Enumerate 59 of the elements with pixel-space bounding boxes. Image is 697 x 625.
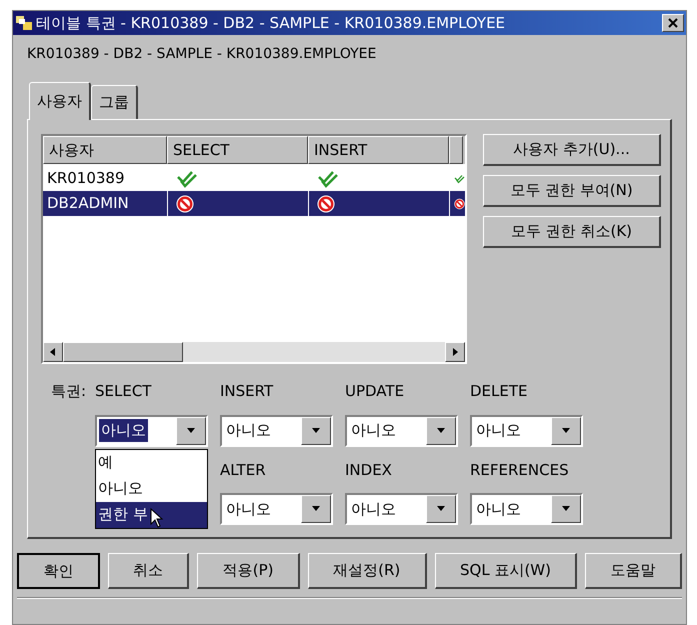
privilege-label: INSERT xyxy=(220,381,274,402)
side-button[interactable]: 사용자 추가(U)... xyxy=(483,134,661,166)
user-name: KR010389 xyxy=(47,168,125,190)
no-entry-icon xyxy=(317,194,335,212)
privileges-label: 특권: xyxy=(51,381,88,402)
table-row[interactable]: DB2ADMIN xyxy=(43,191,465,216)
object-path: KR010389 - DB2 - SAMPLE - KR010389.EMPLOYEE xyxy=(26,45,378,64)
dialog-button[interactable]: 적용(P) xyxy=(197,553,300,589)
dropdown-value: 아니오 xyxy=(225,498,272,520)
left-arrow-icon xyxy=(48,347,58,357)
down-arrow-icon xyxy=(436,426,446,436)
dialog-button[interactable]: SQL 표시(W) xyxy=(434,553,578,589)
side-button[interactable]: 모두 권한 부여(N) xyxy=(483,175,661,207)
dropdown-value: 아니오 xyxy=(99,419,148,442)
horizontal-scrollbar[interactable] xyxy=(43,342,465,362)
dropdown-field[interactable]: 아니오 xyxy=(345,493,458,525)
close-button[interactable] xyxy=(662,14,684,32)
window-title: 테이블 특권 - KR010389 - DB2 - SAMPLE - KR010389.EMPLOYEE xyxy=(36,12,506,34)
dropdown-field[interactable]: 아니오 xyxy=(95,414,208,446)
dialog-button[interactable]: 확인 xyxy=(17,553,100,589)
dropdown-value: 아니오 xyxy=(475,498,522,520)
dropdown-option[interactable]: 예 xyxy=(96,450,207,476)
column-header[interactable]: SELECT xyxy=(167,136,308,164)
tab[interactable]: 그룹 xyxy=(91,85,138,119)
dropdown-field[interactable]: 아니오 xyxy=(345,414,458,446)
dialog-button[interactable]: 취소 xyxy=(108,553,190,589)
tab[interactable]: 사용자 xyxy=(29,82,91,120)
double-check-icon xyxy=(317,170,339,188)
no-entry-icon xyxy=(176,194,194,212)
column-header[interactable]: INSERT xyxy=(308,136,449,164)
privilege-label: UPDATE xyxy=(345,381,406,402)
user-name: DB2ADMIN xyxy=(47,193,129,214)
dropdown-field[interactable]: 아니오 xyxy=(220,414,333,446)
dropdown-value: 아니오 xyxy=(350,498,397,520)
privilege-label: INDEX xyxy=(345,460,393,480)
dropdown-field[interactable]: 아니오 xyxy=(220,493,333,525)
privilege-label: ALTER xyxy=(220,460,267,480)
dropdown-value: 아니오 xyxy=(475,420,522,442)
column-header[interactable] xyxy=(449,136,463,164)
column-header[interactable]: 사용자 xyxy=(43,136,167,164)
right-arrow-icon xyxy=(450,347,460,357)
dropdown-value: 아니오 xyxy=(350,420,397,442)
dropdown-option[interactable]: 아니오 xyxy=(96,476,207,502)
dropdown-field[interactable]: 아니오 xyxy=(470,493,583,525)
dropdown-value: 아니오 xyxy=(225,420,272,442)
privilege-label: REFERENCES xyxy=(470,460,570,480)
double-check-icon xyxy=(176,170,198,188)
dialog-button[interactable]: 도움말 xyxy=(585,553,682,589)
table-icon xyxy=(15,15,33,31)
dropdown-field[interactable]: 아니오 xyxy=(470,414,583,446)
dropdown-option[interactable]: 권한 부 xyxy=(96,502,207,528)
down-arrow-icon xyxy=(311,426,321,436)
close-icon xyxy=(668,18,678,28)
privilege-label: SELECT xyxy=(95,381,152,402)
down-arrow-icon xyxy=(561,426,571,436)
privilege-label: DELETE xyxy=(470,381,529,402)
side-button[interactable]: 모두 권한 취소(K) xyxy=(483,216,661,248)
down-arrow-icon xyxy=(186,426,196,436)
dialog-button[interactable]: 재설정(R) xyxy=(308,553,427,589)
